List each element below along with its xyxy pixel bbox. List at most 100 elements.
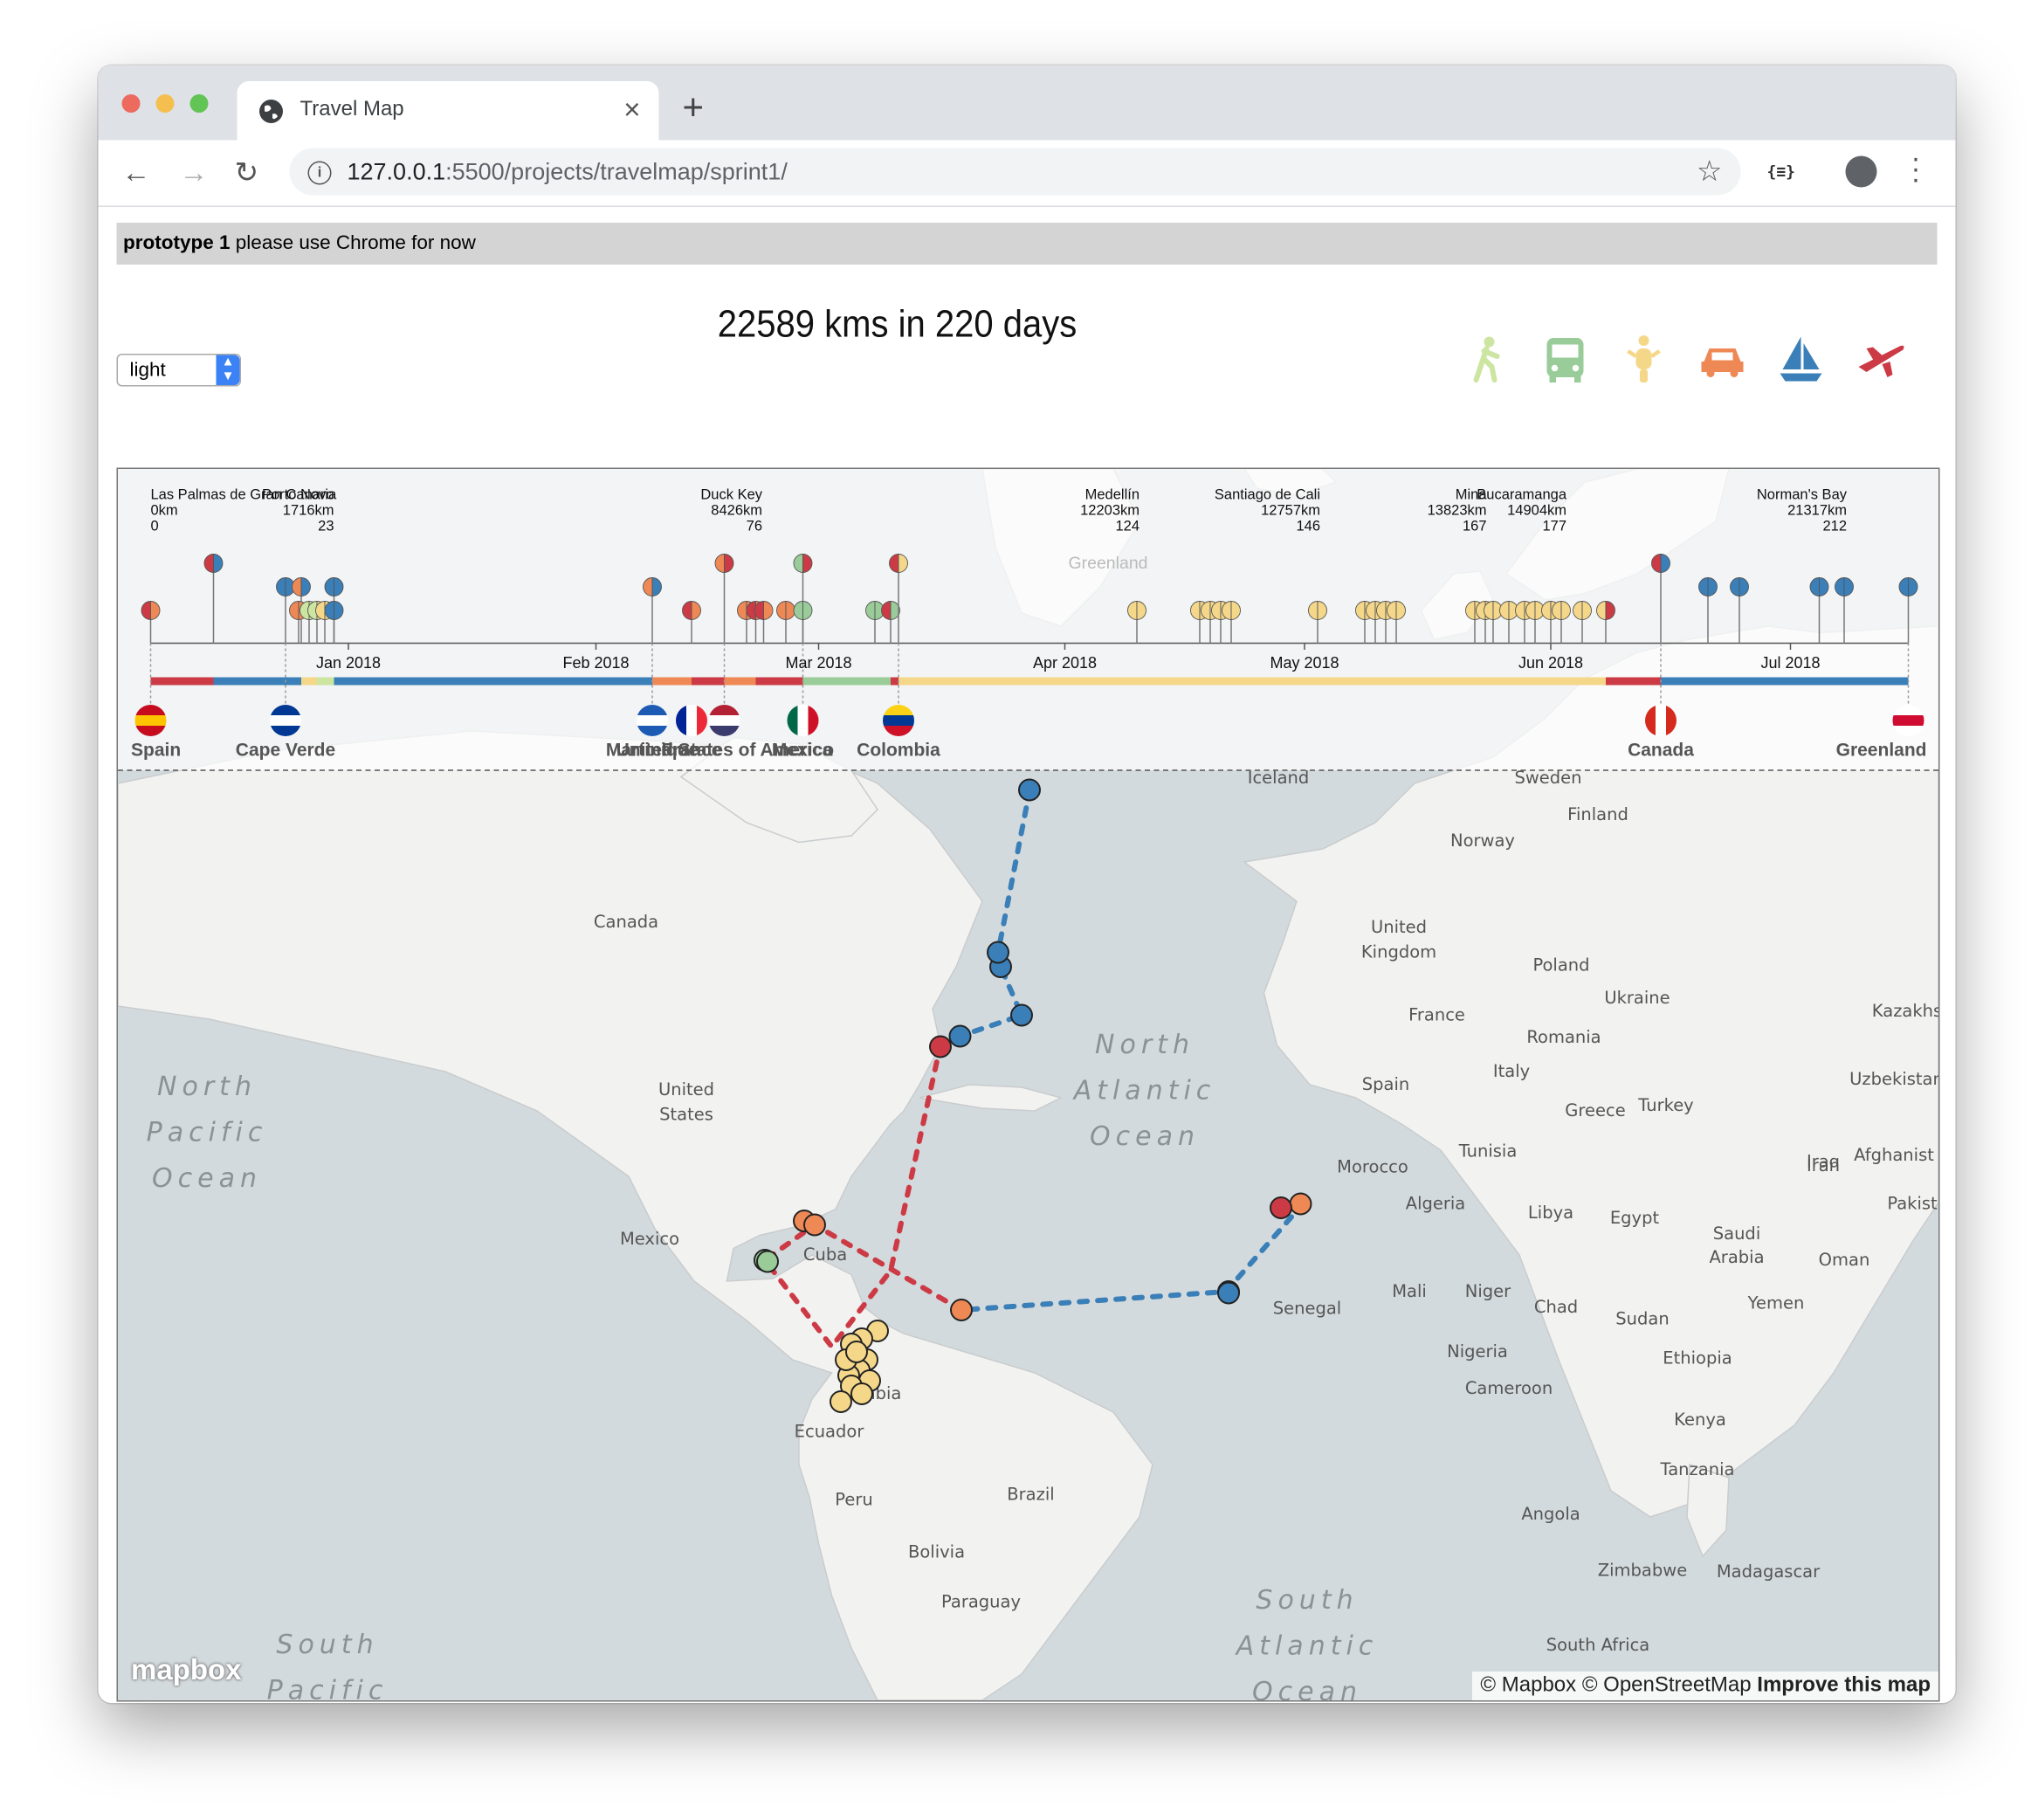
mode-segment-boat (1661, 677, 1909, 686)
credit-osm[interactable]: © OpenStreetMap (1582, 1674, 1752, 1697)
transport-modes (1461, 333, 1906, 385)
map-label: Pakist (1887, 1194, 1938, 1214)
svg-text:1716km: 1716km (283, 503, 334, 519)
map-label: Niger (1465, 1281, 1511, 1301)
svg-text:Porto Novo: Porto Novo (262, 487, 334, 503)
mode-segment-car (724, 677, 756, 686)
profile-avatar-icon[interactable] (1845, 155, 1877, 188)
improve-map-link[interactable]: Improve this map (1757, 1674, 1931, 1697)
svg-text:0: 0 (151, 519, 159, 534)
new-tab-button[interactable]: + (683, 86, 705, 128)
browser-window: Travel Map × + ← → ↻ i 127.0.0.1:5500/pr… (98, 65, 1956, 1703)
map-label: Cuba (803, 1244, 847, 1265)
bookmark-star-icon[interactable]: ☆ (1697, 155, 1723, 189)
map-label: Iceland (1248, 768, 1310, 788)
map-label: Paraguay (941, 1592, 1021, 1612)
route-point-boat[interactable] (948, 1024, 972, 1048)
route-point-car[interactable] (1289, 1192, 1312, 1216)
map-label: Tunisia (1458, 1141, 1518, 1162)
map-label: Madagascar (1717, 1561, 1821, 1582)
route-point-car[interactable] (803, 1213, 826, 1237)
svg-text:124: 124 (1115, 519, 1139, 534)
back-button[interactable]: ← (122, 156, 151, 190)
travel-visualization: Greenland Jan 2018 Feb 2018 Mar 2018 Apr 20… (116, 467, 1940, 1702)
map-label: Brazil (1007, 1485, 1054, 1505)
map-label: Sudan (1615, 1309, 1669, 1329)
route-point-boat[interactable] (1217, 1281, 1240, 1305)
route-point-boat[interactable] (1010, 1003, 1033, 1027)
map-label: Canada (594, 912, 658, 932)
bus-icon[interactable] (1539, 333, 1592, 385)
url-text: 127.0.0.1:5500/projects/travelmap/sprint… (348, 159, 788, 187)
route-point-boat[interactable] (987, 941, 1009, 964)
scooter-icon[interactable] (1618, 333, 1670, 385)
map-label: Egypt (1610, 1208, 1660, 1228)
svg-text:Greenland: Greenland (1836, 741, 1927, 761)
minimize-window-button[interactable] (155, 94, 175, 113)
axis-tick-label: Jul 2018 (1760, 654, 1820, 672)
mode-segment-plane (1606, 677, 1661, 686)
ocean-label: South Atlantic Ocean (1235, 1585, 1379, 1700)
browser-tab[interactable]: Travel Map × (237, 81, 659, 141)
map-label: Spain (1362, 1074, 1409, 1094)
route-point-plane[interactable] (1270, 1196, 1292, 1219)
axis-tick-label: Apr 2018 (1033, 654, 1097, 672)
mode-segment-plane (692, 677, 725, 686)
map-label: Greece (1565, 1100, 1625, 1120)
route-point-scooter[interactable] (830, 1390, 852, 1413)
address-bar[interactable]: i 127.0.0.1:5500/projects/travelmap/spri… (289, 148, 1741, 196)
svg-text:23: 23 (318, 519, 334, 534)
svg-text:146: 146 (1296, 519, 1320, 534)
map-label: Oman (1819, 1250, 1870, 1270)
select-arrows-icon: ▲ ▼ (216, 355, 240, 385)
map-label: Peru (835, 1490, 872, 1510)
walk-icon[interactable] (1461, 333, 1513, 385)
json-extension-icon[interactable]: {≡} (1767, 162, 1796, 181)
plane-icon[interactable] (1854, 333, 1906, 385)
theme-select[interactable]: light ▲ ▼ (116, 354, 241, 387)
map-label: Kazakhs (1872, 1001, 1938, 1021)
axis-tick-label: Jan 2018 (316, 654, 381, 672)
svg-text:21317km: 21317km (1787, 503, 1847, 519)
car-icon[interactable] (1697, 333, 1749, 385)
svg-text:Santiago de Cali: Santiago de Cali (1215, 487, 1320, 503)
map-svg[interactable]: Greenland Jan 2018 Feb 2018 Mar 2018 Apr 20… (118, 469, 1938, 1700)
mode-segment-plane (755, 677, 803, 686)
svg-text:Medellín: Medellín (1085, 487, 1139, 503)
reload-button[interactable]: ↻ (235, 156, 259, 190)
svg-text:Norman's Bay: Norman's Bay (1757, 487, 1848, 503)
route-point-car[interactable] (950, 1299, 973, 1321)
mode-segment-walk (317, 677, 334, 686)
page-content: prototype 1 please use Chrome for now 22… (99, 207, 1956, 1703)
axis-tick-label: Jun 2018 (1518, 654, 1583, 672)
browser-menu-icon[interactable]: · · · (1911, 143, 1921, 193)
globe-icon (259, 100, 283, 123)
route-point-scooter[interactable] (850, 1382, 873, 1405)
map-label: Cameroon (1465, 1378, 1553, 1398)
info-icon[interactable]: i (307, 161, 332, 185)
maximize-window-button[interactable] (189, 94, 209, 113)
map-label: Algeria (1406, 1194, 1466, 1214)
url-path: :5500/projects/travelmap/sprint1/ (445, 158, 788, 185)
forward-button[interactable]: → (180, 156, 209, 190)
credit-mapbox[interactable]: © Mapbox (1480, 1674, 1576, 1697)
svg-text:212: 212 (1822, 519, 1847, 534)
mapbox-logo[interactable]: mapbox (131, 1653, 242, 1687)
map-label: Norway (1450, 831, 1515, 851)
tab-bar: Travel Map × + (98, 65, 1956, 141)
mode-segment-boat (334, 677, 652, 686)
close-tab-icon[interactable]: × (623, 93, 640, 128)
map-label: Afghanist (1854, 1145, 1934, 1165)
map-label: France (1408, 1005, 1465, 1025)
map-label: Yemen (1747, 1293, 1805, 1313)
map-label: Kenya (1674, 1410, 1726, 1430)
map-label: Ethiopia (1663, 1348, 1732, 1368)
route-point-scooter[interactable] (845, 1341, 868, 1363)
route-point-boat[interactable] (1018, 778, 1041, 802)
greenland-faint-label: Greenland (1068, 554, 1147, 573)
boat-icon[interactable] (1775, 333, 1828, 385)
map-label: Ukraine (1604, 988, 1670, 1008)
route-point-plane[interactable] (929, 1035, 952, 1058)
route-point-bus[interactable] (756, 1250, 779, 1273)
close-window-button[interactable] (121, 94, 141, 113)
